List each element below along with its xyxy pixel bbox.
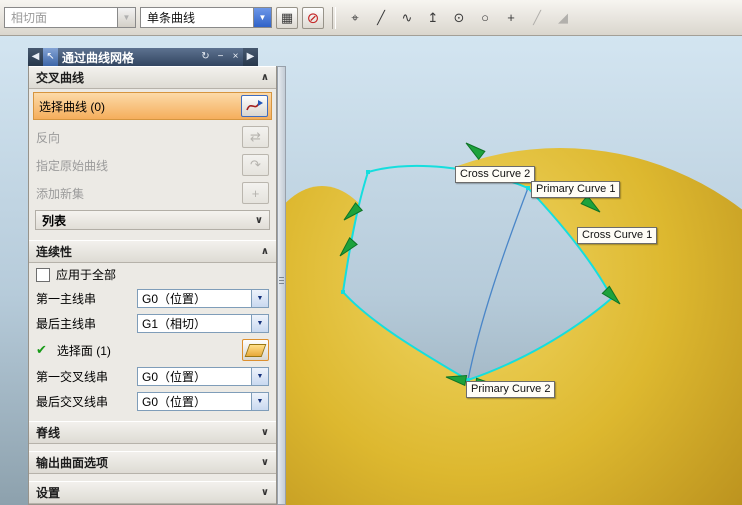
- primary-curve-2-label: Primary Curve 2: [466, 381, 556, 398]
- section-divider: [29, 444, 276, 451]
- chevron-down-icon[interactable]: ▼: [251, 368, 268, 385]
- chevron-down-icon[interactable]: ▼: [251, 393, 268, 410]
- last-cross-label: 最后交叉线串: [36, 395, 109, 409]
- existing-point-icon[interactable]: +: [500, 7, 522, 29]
- grip-icon: [278, 277, 285, 284]
- last-primary-combo[interactable]: G1（相切） ▼: [137, 314, 269, 333]
- select-curve-label: 选择曲线 (0): [39, 99, 106, 114]
- section-cross-curve-label: 交叉曲线: [36, 71, 85, 85]
- dialog-resize-handle[interactable]: [277, 66, 286, 505]
- selection-filter-combo[interactable]: 相切面 ▼: [4, 7, 136, 28]
- dialog-back-button[interactable]: ◀: [28, 48, 43, 66]
- reverse-direction-icon: ⇄: [242, 126, 269, 148]
- section-spine[interactable]: 脊线 ∨: [29, 421, 276, 444]
- check-icon: ✔: [36, 342, 47, 357]
- last-cross-value: G0（位置）: [142, 395, 207, 409]
- section-settings[interactable]: 设置 ∨: [29, 481, 276, 504]
- first-primary-value: G0（位置）: [142, 292, 207, 306]
- primary-curve-1-label: Primary Curve 1: [531, 181, 621, 198]
- first-cross-label: 第一交叉线串: [36, 370, 109, 384]
- toolbar-separator: [332, 6, 336, 29]
- first-cross-combo[interactable]: G0（位置） ▼: [137, 367, 269, 386]
- chevron-up-icon[interactable]: ∧: [261, 246, 269, 257]
- snap-point-dialog-icon[interactable]: ⌖: [344, 7, 366, 29]
- section-spine-label: 脊线: [36, 426, 61, 440]
- dialog-close-button[interactable]: ×: [228, 48, 243, 66]
- first-primary-label: 第一主线串: [36, 292, 97, 306]
- dialog-body: 交叉曲线 ∧ 选择曲线 (0) 反向 ⇄ 指定原始曲线 ↷ 添加新集 + 列表 …: [28, 66, 277, 505]
- apply-to-all-row[interactable]: 应用于全部: [29, 263, 276, 286]
- cross-curve-2-label: Cross Curve 2: [455, 166, 536, 183]
- section-output-surface-label: 输出曲面选项: [36, 456, 109, 470]
- chevron-down-icon[interactable]: ∨: [261, 457, 269, 468]
- section-divider: [29, 414, 276, 421]
- dialog-forward-button[interactable]: ▶: [243, 48, 258, 66]
- dialog-titlebar[interactable]: ◀ ↖ 通过曲线网格 ↻ − × ▶: [28, 48, 258, 66]
- add-set-icon: +: [242, 182, 269, 204]
- curve-rule-combo[interactable]: 单条曲线 ▼: [140, 7, 272, 28]
- first-cross-value: G0（位置）: [142, 370, 207, 384]
- first-cross-row: 第一交叉线串 G0（位置） ▼: [29, 364, 276, 389]
- section-divider: [29, 233, 276, 240]
- dialog-minimize-button[interactable]: −: [213, 48, 228, 66]
- origin-curve-icon: ↷: [242, 154, 269, 176]
- chevron-down-icon[interactable]: ∨: [261, 487, 269, 498]
- section-divider: [29, 474, 276, 481]
- list-expander[interactable]: 列表 ∨: [35, 210, 270, 230]
- selection-filter-value: 相切面: [11, 11, 48, 25]
- select-face-label: 选择面 (1): [56, 343, 111, 358]
- apply-to-all-checkbox[interactable]: [36, 267, 50, 282]
- dialog-title: 通过曲线网格: [62, 50, 135, 65]
- reverse-row: 反向 ⇄: [29, 123, 276, 151]
- top-toolbar: 相切面 ▼ 单条曲线 ▼ ▦ ⊘ ⌖ ╱ ∿ ↥ ⊙ ○ + ╱ ◢: [0, 0, 742, 36]
- section-settings-label: 设置: [36, 486, 61, 500]
- first-primary-combo[interactable]: G0（位置） ▼: [137, 289, 269, 308]
- curve-rule-value: 单条曲线: [147, 11, 196, 25]
- mid-point-icon[interactable]: ↥: [422, 7, 444, 29]
- section-continuity-label: 连续性: [36, 245, 73, 259]
- reverse-label: 反向: [36, 130, 61, 145]
- specify-origin-curve-row: 指定原始曲线 ↷: [29, 151, 276, 179]
- first-primary-row: 第一主线串 G0（位置） ▼: [29, 286, 276, 311]
- section-output-surface[interactable]: 输出曲面选项 ∨: [29, 451, 276, 474]
- through-curve-mesh-dialog: ◀ ↖ 通过曲线网格 ↻ − × ▶ 交叉曲线 ∧ 选择曲线 (0) 反向 ⇄ …: [28, 48, 286, 505]
- apply-to-all-label: 应用于全部: [56, 268, 117, 282]
- last-primary-label: 最后主线串: [36, 317, 97, 331]
- point-on-line-icon[interactable]: ╱: [526, 7, 548, 29]
- chevron-down-icon[interactable]: ▼: [253, 8, 271, 27]
- specify-origin-curve-label: 指定原始曲线: [36, 158, 109, 173]
- chevron-down-icon[interactable]: ∨: [255, 215, 263, 226]
- chevron-down-icon[interactable]: ▼: [251, 315, 268, 332]
- select-curve-row[interactable]: 选择曲线 (0): [33, 92, 272, 120]
- dialog-pointer-icon[interactable]: ↖: [43, 48, 58, 66]
- last-cross-row: 最后交叉线串 G0（位置） ▼: [29, 389, 276, 414]
- select-curve-button[interactable]: [241, 95, 268, 117]
- dialog-reset-button[interactable]: ↻: [198, 48, 213, 66]
- snap-off-icon[interactable]: ⊘: [302, 6, 324, 29]
- section-continuity[interactable]: 连续性 ∧: [29, 240, 276, 263]
- last-primary-value: G1（相切）: [142, 317, 207, 331]
- cross-curve-1-label: Cross Curve 1: [577, 227, 658, 244]
- chevron-down-icon[interactable]: ▼: [117, 8, 135, 27]
- center-point-icon[interactable]: ⊙: [448, 7, 470, 29]
- end-point-icon[interactable]: ╱: [370, 7, 392, 29]
- list-label: 列表: [42, 213, 67, 228]
- section-cross-curve[interactable]: 交叉曲线 ∧: [29, 66, 276, 89]
- curve-select-icon: [245, 100, 263, 111]
- quadrant-point-icon[interactable]: ○: [474, 7, 496, 29]
- point-on-face-icon[interactable]: ◢: [552, 7, 574, 29]
- add-new-set-label: 添加新集: [36, 186, 85, 201]
- select-face-row[interactable]: ✔ 选择面 (1): [29, 336, 276, 364]
- last-cross-combo[interactable]: G0（位置） ▼: [137, 392, 269, 411]
- last-primary-row: 最后主线串 G1（相切） ▼: [29, 311, 276, 336]
- face-icon: [244, 343, 267, 357]
- chevron-up-icon[interactable]: ∧: [261, 72, 269, 83]
- point-on-curve-icon[interactable]: ∿: [396, 7, 418, 29]
- add-new-set-row: 添加新集 +: [29, 179, 276, 207]
- chevron-down-icon[interactable]: ▼: [251, 290, 268, 307]
- grid-snap-icon[interactable]: ▦: [276, 6, 298, 29]
- select-face-button[interactable]: [242, 339, 269, 361]
- chevron-down-icon[interactable]: ∨: [261, 427, 269, 438]
- application-window: 相切面 ▼ 单条曲线 ▼ ▦ ⊘ ⌖ ╱ ∿ ↥ ⊙ ○ + ╱ ◢ Cross…: [0, 0, 742, 505]
